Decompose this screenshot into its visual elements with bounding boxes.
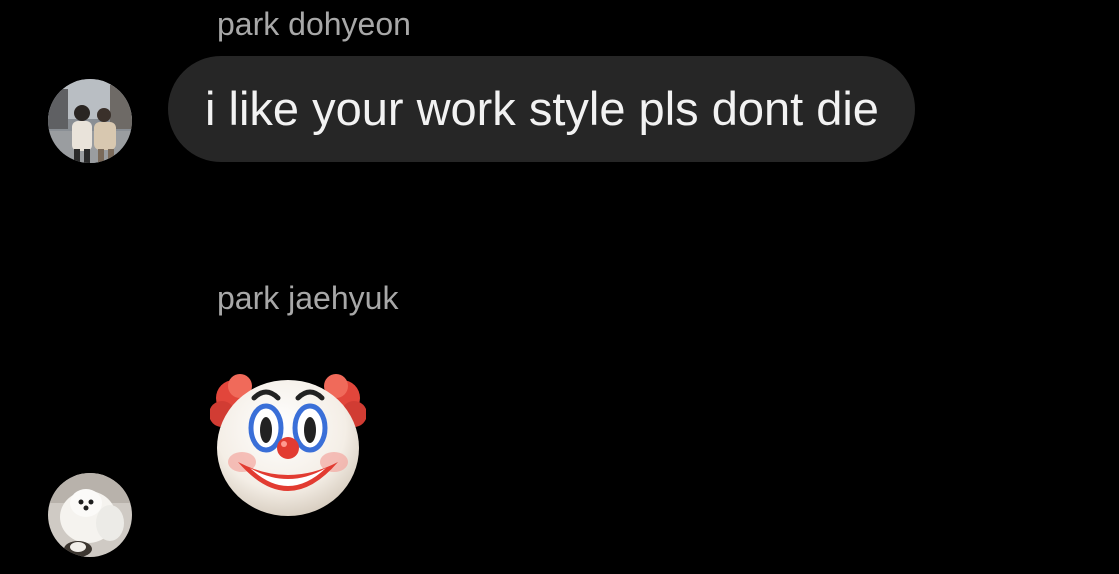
message-bubble[interactable]: i like your work style pls dont die xyxy=(168,56,915,162)
avatar[interactable] xyxy=(48,473,132,557)
message-text: i like your work style pls dont die xyxy=(205,82,879,135)
clown-face-icon[interactable] xyxy=(210,370,366,516)
avatar[interactable] xyxy=(48,79,132,163)
chat-thread: park dohyeon i like your work style pls … xyxy=(0,0,1119,574)
sender-name: park jaehyuk xyxy=(217,280,399,316)
profile-photo-icon xyxy=(48,473,132,557)
profile-photo-icon xyxy=(48,79,132,163)
sender-name: park dohyeon xyxy=(217,6,411,42)
